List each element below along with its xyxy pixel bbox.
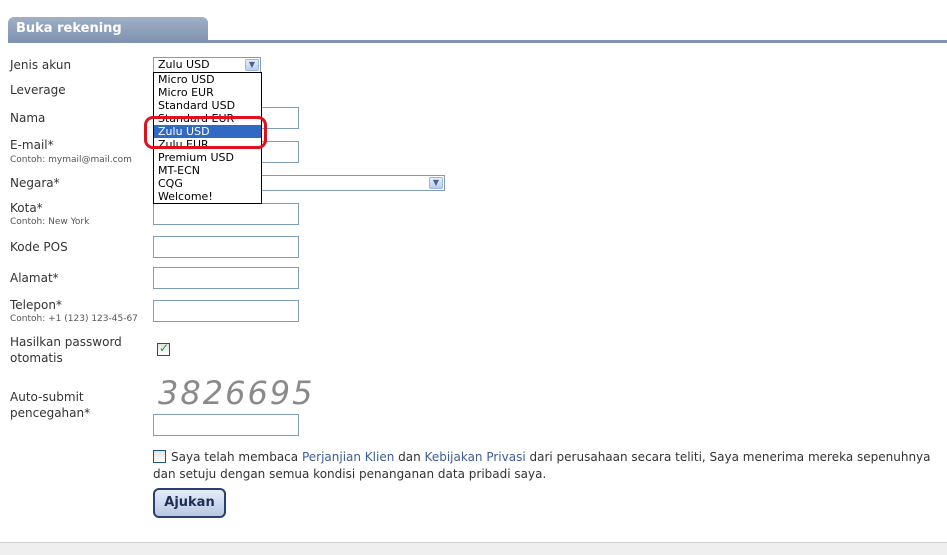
account-type-label: Jenis akun: [10, 58, 72, 72]
city-label: Kota*: [10, 201, 43, 215]
dropdown-option[interactable]: Micro EUR: [154, 86, 261, 99]
client-agreement-link[interactable]: Perjanjian Klien: [302, 450, 394, 464]
address-label: Alamat*: [10, 271, 59, 285]
agreement-text: Saya telah membaca Perjanjian Klien dan …: [153, 448, 933, 483]
form-title-tab: Buka rekening perdagangan: [8, 17, 208, 60]
submit-button[interactable]: Ajukan: [153, 488, 226, 518]
email-label: E-mail*: [10, 138, 54, 152]
agreement-text-part: dan: [394, 450, 425, 464]
selection-highlight-annotation: [144, 116, 267, 149]
privacy-policy-link[interactable]: Kebijakan Privasi: [425, 450, 526, 464]
gen-password-label-line2: otomatis: [10, 351, 63, 365]
dropdown-option[interactable]: MT-ECN: [154, 164, 261, 177]
email-hint: Contoh: mymail@mail.com: [10, 155, 132, 165]
gen-password-label-line1: Hasilkan password: [10, 335, 122, 349]
captcha-label-line1: Auto-submit: [10, 390, 84, 404]
footer-bar: [0, 542, 947, 555]
captcha-label-line2: pencegahan*: [10, 406, 91, 420]
captcha-input[interactable]: [153, 414, 299, 436]
gen-password-checkbox[interactable]: ✓: [157, 341, 170, 356]
agreement-text-part: Saya telah membaca: [171, 450, 302, 464]
dropdown-option[interactable]: Standard USD: [154, 99, 261, 112]
checkmark-icon: ✓: [159, 341, 170, 355]
header-divider: [8, 40, 947, 43]
country-label: Negara*: [10, 176, 60, 190]
postal-label: Kode POS: [10, 240, 68, 254]
captcha-image: 3826695: [158, 374, 315, 412]
postal-input[interactable]: [153, 236, 299, 258]
chevron-down-icon[interactable]: ▼: [245, 59, 259, 71]
dropdown-option[interactable]: CQG: [154, 177, 261, 190]
account-type-value: Zulu USD: [158, 58, 210, 71]
city-input[interactable]: [153, 203, 299, 225]
dropdown-option[interactable]: Micro USD: [154, 73, 261, 86]
chevron-down-icon[interactable]: ▼: [429, 177, 443, 189]
phone-input[interactable]: [153, 300, 299, 322]
phone-hint: Contoh: +1 (123) 123-45-67: [10, 314, 138, 324]
agreement-checkbox[interactable]: [153, 450, 166, 463]
account-type-select[interactable]: Zulu USD ▼: [153, 57, 261, 73]
name-label: Nama: [10, 111, 46, 125]
dropdown-option[interactable]: Welcome!: [154, 190, 261, 203]
phone-label: Telepon*: [10, 298, 62, 312]
dropdown-option[interactable]: Premium USD: [154, 151, 261, 164]
leverage-label: Leverage: [10, 83, 66, 97]
address-input[interactable]: [153, 267, 299, 289]
city-hint: Contoh: New York: [10, 217, 90, 227]
